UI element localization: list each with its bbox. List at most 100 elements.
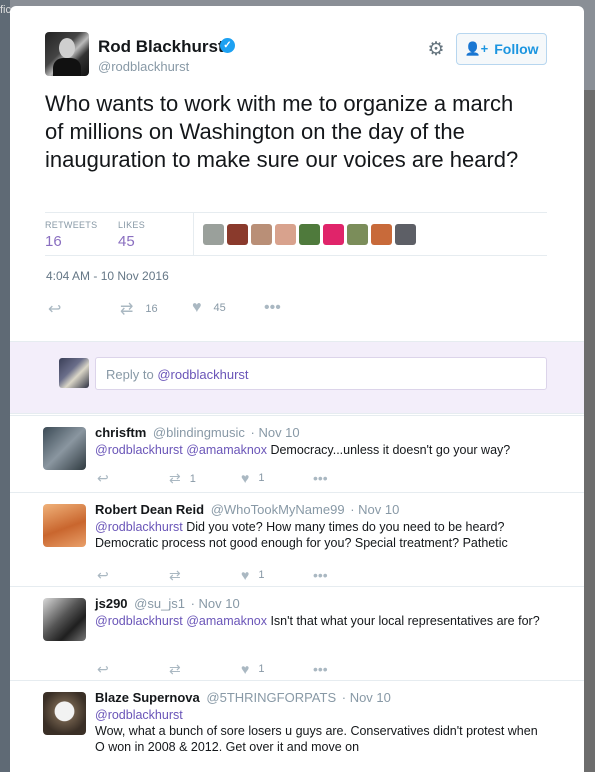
tweet-actions: ↩ ⇄ 16 ♥ 45 •••: [48, 299, 308, 319]
reply-item[interactable]: chrisftm @blindingmusic · Nov 10 @rodbla…: [10, 415, 584, 493]
reply-prefix: Reply to: [106, 367, 158, 382]
reply-button[interactable]: ↩: [97, 661, 109, 678]
reply-actions: ↩ ⇄ 1 ♥ 1 •••: [97, 470, 337, 487]
likes-label: LIKES: [118, 220, 146, 230]
more-icon: •••: [264, 299, 281, 316]
reply-name[interactable]: Blaze Supernova: [95, 690, 200, 705]
reply-button[interactable]: ↩: [48, 299, 61, 319]
reply-handle[interactable]: @blindingmusic: [153, 425, 245, 440]
reply-handle[interactable]: @WhoTookMyName99: [211, 502, 345, 517]
reply-header: chrisftm @blindingmusic · Nov 10: [95, 425, 300, 440]
like-button[interactable]: ♥1: [241, 567, 264, 583]
reply-composer: Reply to @rodblackhurst: [10, 341, 584, 414]
tweet-timestamp[interactable]: 4:04 AM - 10 Nov 2016: [46, 269, 169, 283]
like-button[interactable]: ♥1: [241, 661, 264, 677]
more-button[interactable]: •••: [313, 470, 328, 486]
like-button[interactable]: ♥1: [241, 470, 264, 486]
liker-avatar[interactable]: [299, 224, 320, 245]
retweet-button[interactable]: ⇄ 16: [120, 299, 158, 319]
reply-handle[interactable]: @5THRINGFORPATS: [206, 690, 336, 705]
reply-icon: ↩: [48, 301, 62, 318]
current-user-avatar: [59, 358, 89, 388]
heart-icon: ♥: [241, 661, 250, 677]
reply-date[interactable]: · Nov 10: [251, 425, 300, 440]
liker-avatar[interactable]: [347, 224, 368, 245]
retweets-label: RETWEETS: [45, 220, 98, 230]
reply-date[interactable]: · Nov 10: [191, 596, 240, 611]
reply-body: Wow, what a bunch of sore losers u guys …: [95, 724, 538, 754]
reply-text: @rodblackhurst @amamaknox Isn't that wha…: [95, 613, 545, 629]
liker-avatar[interactable]: [203, 224, 224, 245]
reply-name[interactable]: chrisftm: [95, 425, 146, 440]
reply-header: Robert Dean Reid @WhoTookMyName99 · Nov …: [95, 502, 399, 517]
reply-header: js290 @su_js1 · Nov 10: [95, 596, 240, 611]
tweet-header: Rod Blackhurst ✓ @rodblackhurst ⚙ 👤+ Fol…: [10, 6, 584, 86]
likes-stat[interactable]: LIKES 45: [118, 220, 145, 250]
reply-button[interactable]: ↩: [97, 567, 109, 584]
reply-handle[interactable]: @su_js1: [134, 596, 185, 611]
reply-item[interactable]: Blaze Supernova @5THRINGFORPATS · Nov 10…: [10, 680, 584, 772]
like-count: 1: [258, 569, 265, 581]
reply-icon: ↩: [97, 661, 109, 677]
heart-icon: ♥: [192, 299, 202, 316]
author-avatar[interactable]: [45, 32, 89, 76]
reply-avatar[interactable]: [43, 504, 86, 547]
like-count: 1: [258, 472, 265, 484]
like-count: 45: [213, 302, 226, 314]
more-icon: •••: [313, 567, 328, 583]
reply-text: @rodblackhurst Did you vote? How many ti…: [95, 519, 545, 551]
reply-item[interactable]: js290 @su_js1 · Nov 10 @rodblackhurst @a…: [10, 586, 584, 681]
heart-icon: ♥: [241, 567, 250, 583]
liker-avatar[interactable]: [227, 224, 248, 245]
liker-avatar[interactable]: [251, 224, 272, 245]
reply-name[interactable]: Robert Dean Reid: [95, 502, 204, 517]
reply-actions: ↩ ⇄ ♥1 •••: [97, 661, 337, 678]
liker-avatar[interactable]: [371, 224, 392, 245]
liker-avatar[interactable]: [323, 224, 344, 245]
reply-date[interactable]: · Nov 10: [350, 502, 399, 517]
reply-icon: ↩: [97, 470, 109, 486]
reply-mentions[interactable]: @rodblackhurst: [95, 520, 183, 534]
retweets-stat[interactable]: RETWEETS 16: [45, 220, 97, 250]
heart-icon: ♥: [241, 470, 250, 486]
follow-button[interactable]: 👤+ Follow: [456, 33, 547, 65]
liker-avatars: [203, 224, 416, 245]
retweet-button[interactable]: ⇄ 1: [169, 470, 196, 487]
reply-text: @rodblackhurst Wow, what a bunch of sore …: [95, 707, 545, 755]
author-name[interactable]: Rod Blackhurst: [98, 37, 224, 57]
reply-body: Democracy...unless it doesn't go your wa…: [266, 443, 511, 457]
reply-mentions[interactable]: @rodblackhurst: [95, 708, 183, 722]
like-count: 1: [258, 663, 265, 675]
author-handle[interactable]: @rodblackhurst: [98, 59, 189, 74]
add-user-icon: 👤+: [464, 41, 489, 56]
reply-item[interactable]: Robert Dean Reid @WhoTookMyName99 · Nov …: [10, 492, 584, 587]
more-button[interactable]: •••: [264, 299, 281, 317]
reply-input[interactable]: Reply to @rodblackhurst: [95, 357, 547, 390]
more-icon: •••: [313, 661, 328, 677]
retweet-button[interactable]: ⇄: [169, 567, 190, 584]
liker-avatar[interactable]: [395, 224, 416, 245]
reply-button[interactable]: ↩: [97, 470, 109, 487]
retweet-button[interactable]: ⇄: [169, 661, 190, 678]
gear-icon[interactable]: ⚙: [426, 40, 446, 60]
more-button[interactable]: •••: [313, 661, 328, 677]
tweet-modal: Rod Blackhurst ✓ @rodblackhurst ⚙ 👤+ Fol…: [10, 6, 584, 772]
retweets-count: 16: [45, 233, 62, 250]
reply-body: Isn't that what your local representativ…: [266, 614, 540, 628]
reply-text: @rodblackhurst @amamaknox Democracy...un…: [95, 442, 545, 458]
reply-date[interactable]: · Nov 10: [342, 690, 391, 705]
reply-avatar[interactable]: [43, 598, 86, 641]
follow-label: Follow: [494, 41, 539, 57]
tweet-text: Who wants to work with me to organize a …: [45, 91, 519, 172]
more-button[interactable]: •••: [313, 567, 328, 583]
reply-name[interactable]: js290: [95, 596, 128, 611]
likes-count: 45: [118, 233, 135, 250]
liker-avatar[interactable]: [275, 224, 296, 245]
reply-avatar[interactable]: [43, 692, 86, 735]
reply-avatar[interactable]: [43, 427, 86, 470]
reply-mentions[interactable]: @rodblackhurst @amamaknox: [95, 443, 267, 457]
retweet-count: 1: [189, 472, 196, 485]
reply-mentions[interactable]: @rodblackhurst @amamaknox: [95, 614, 267, 628]
like-button[interactable]: ♥ 45: [192, 299, 226, 317]
retweet-count: 16: [145, 303, 158, 315]
